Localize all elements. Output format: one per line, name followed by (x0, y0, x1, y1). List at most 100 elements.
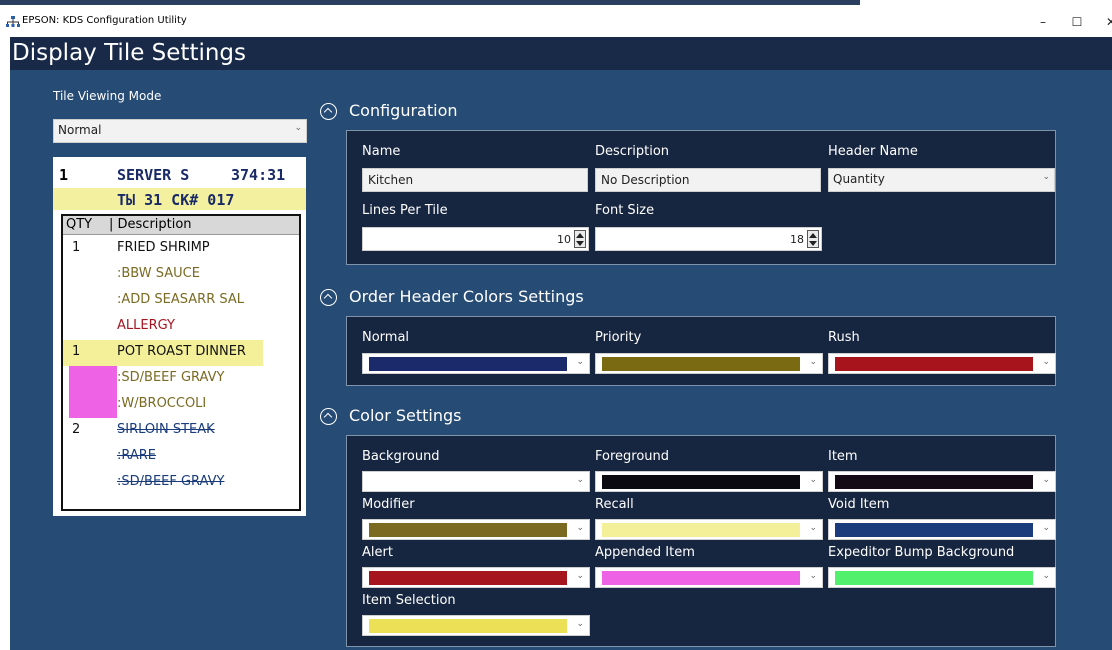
table-row: 1 FRIED SHRIMP (63, 236, 299, 262)
table-row: ALLERGY (63, 314, 299, 340)
table-row: :ADD SEASARR SAL (63, 288, 299, 314)
foreground-color-picker[interactable]: ⌄ (595, 471, 823, 492)
tile-time: 374:31 (231, 166, 286, 184)
lines-per-tile-stepper[interactable]: 10 (362, 227, 589, 251)
priority-color-label: Priority (595, 330, 642, 345)
chevron-down-icon: ⌄ (1042, 172, 1050, 182)
chevron-down-icon: ⌄ (1042, 571, 1050, 581)
color-swatch (602, 523, 800, 537)
name-label: Name (362, 144, 401, 159)
rush-color-label: Rush (828, 330, 860, 345)
alert-color-picker[interactable]: ⌄ (362, 567, 590, 588)
row-description: :RARE (117, 448, 157, 463)
priority-color-picker[interactable]: ⌄ (595, 353, 823, 374)
tile-subheader-text: TЫ 31 CK# 017 (117, 191, 235, 209)
tile-item-table: QTY | Description 1 FRIED SHRIMP :BBW SA… (61, 214, 301, 511)
tile-preview: 1 SERVER S 374:31 TЫ 31 CK# 017 QTY | De… (53, 157, 306, 516)
tile-viewing-mode-select[interactable]: Normal ⌄ (53, 119, 307, 143)
background-window-strip (0, 0, 860, 5)
description-field[interactable]: No Description (595, 168, 821, 192)
color-swatch (369, 571, 567, 585)
row-description: :SD/BEEF GRAVY (117, 370, 225, 385)
font-size-stepper[interactable]: 18 (595, 227, 822, 251)
color-swatch (602, 571, 800, 585)
tile-subheader: TЫ 31 CK# 017 (53, 188, 306, 210)
app-window: EPSON: KDS Configuration Utility – ☐ ✕ D… (0, 0, 1112, 650)
minimize-button[interactable]: – (1028, 10, 1058, 34)
chevron-up-circle-icon (320, 103, 337, 120)
color-swatch (369, 475, 567, 489)
chevron-up-circle-icon (320, 408, 337, 425)
appended-item-color-label: Appended Item (595, 545, 695, 560)
header-name-value: Quantity (833, 172, 885, 186)
chevron-down-icon: ⌄ (576, 357, 584, 367)
table-row: :RARE (63, 444, 299, 470)
color-swatch (602, 475, 800, 489)
color-settings-title: Color Settings (349, 406, 462, 425)
background-color-picker[interactable]: ⌄ (362, 471, 590, 492)
header-name-label: Header Name (828, 144, 918, 159)
chevron-down-icon: ⌄ (1042, 523, 1050, 533)
configuration-panel: Name Description Header Name Kitchen No … (346, 130, 1056, 265)
row-description: SIRLOIN STEAK (117, 422, 215, 437)
row-description: :SD/BEEF GRAVY (117, 474, 225, 489)
void-item-color-picker[interactable]: ⌄ (828, 519, 1056, 540)
description-label: Description (595, 144, 670, 159)
chevron-down-icon: ⌄ (809, 475, 817, 485)
chevron-down-icon: ⌄ (809, 357, 817, 367)
order-header-colors-title: Order Header Colors Settings (349, 287, 584, 306)
color-swatch (835, 475, 1033, 489)
row-description: :W/BROCCOLI (117, 396, 207, 411)
tile-server: SERVER S (117, 166, 190, 184)
header-name-select[interactable]: Quantity ⌄ (828, 168, 1055, 192)
tile-order-number: 1 (59, 166, 69, 184)
close-button[interactable]: ✕ (1096, 10, 1112, 34)
font-size-label: Font Size (595, 203, 655, 218)
chevron-down-icon: ⌄ (1042, 357, 1050, 367)
modifier-color-label: Modifier (362, 497, 415, 512)
row-description: :BBW SAUCE (117, 266, 200, 281)
foreground-color-label: Foreground (595, 449, 670, 464)
appended-item-color-picker[interactable]: ⌄ (595, 567, 823, 588)
chevron-down-icon: ⌄ (576, 619, 584, 629)
tile-header: 1 SERVER S 374:31 (53, 163, 306, 188)
rush-color-picker[interactable]: ⌄ (828, 353, 1056, 374)
color-swatch (835, 571, 1033, 585)
tile-table-header: QTY | Description (63, 216, 299, 235)
recall-color-label: Recall (595, 497, 634, 512)
expeditor-bump-bg-color-picker[interactable]: ⌄ (828, 567, 1056, 588)
table-row: :SD/BEEF GRAVY (63, 366, 299, 392)
color-settings-panel: Background Foreground Item ⌄ ⌄ ⌄ Modifie… (346, 435, 1056, 647)
normal-color-label: Normal (362, 330, 410, 345)
table-row: :BBW SAUCE (63, 262, 299, 288)
expeditor-bump-bg-color-label: Expeditor Bump Background (828, 545, 1015, 560)
spin-arrows-icon[interactable] (807, 230, 819, 248)
tile-viewing-mode-label: Tile Viewing Mode (53, 89, 162, 103)
font-size-value: 18 (790, 233, 804, 246)
name-field-value: Kitchen (368, 173, 414, 187)
color-swatch (835, 357, 1033, 371)
tile-viewing-mode-value: Normal (58, 123, 102, 137)
row-qty: 2 (72, 422, 81, 437)
item-selection-color-picker[interactable]: ⌄ (362, 615, 590, 636)
row-description: FRIED SHRIMP (117, 240, 210, 255)
row-description: :ADD SEASARR SAL (117, 292, 244, 307)
alert-color-label: Alert (362, 545, 393, 560)
table-row: 2 SIRLOIN STEAK (63, 418, 299, 444)
page-title: Display Tile Settings (10, 37, 1112, 70)
spin-arrows-icon[interactable] (574, 230, 586, 248)
description-field-value: No Description (601, 173, 690, 187)
color-swatch (602, 357, 800, 371)
item-color-picker[interactable]: ⌄ (828, 471, 1056, 492)
item-color-label: Item (828, 449, 858, 464)
maximize-button[interactable]: ☐ (1062, 10, 1092, 34)
recall-color-picker[interactable]: ⌄ (595, 519, 823, 540)
color-swatch (369, 523, 567, 537)
name-field[interactable]: Kitchen (362, 168, 588, 192)
qty-column-header: QTY (66, 217, 93, 232)
lines-per-tile-value: 10 (557, 233, 571, 246)
modifier-color-picker[interactable]: ⌄ (362, 519, 590, 540)
order-header-colors-panel: Normal Priority Rush ⌄ ⌄ ⌄ (346, 316, 1056, 386)
normal-color-picker[interactable]: ⌄ (362, 353, 590, 374)
chevron-down-icon: ⌄ (809, 571, 817, 581)
